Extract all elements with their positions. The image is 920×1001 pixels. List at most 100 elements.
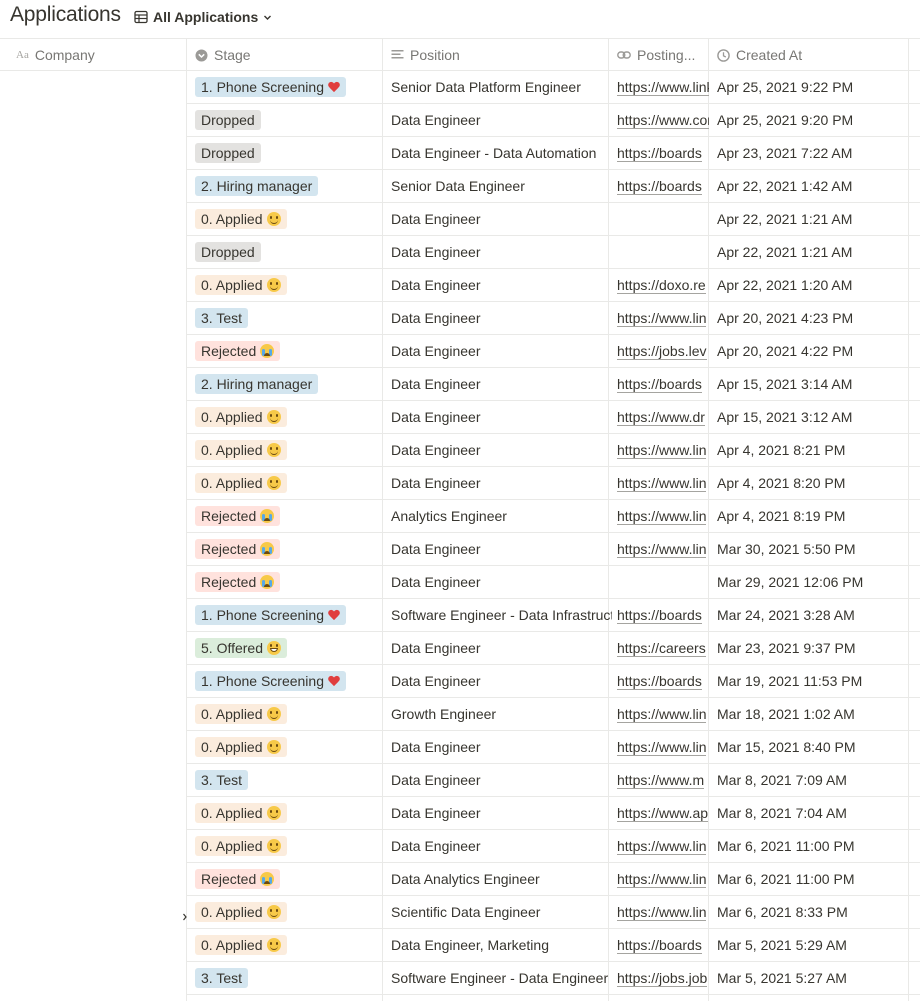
stage-cell[interactable]: 3. Test (195, 764, 381, 796)
table-row[interactable]: Dropped Data Engineer - Data Automation ht… (186, 137, 920, 170)
stage-cell[interactable]: 0. Applied (195, 698, 381, 730)
row-handle-icon[interactable] (183, 908, 187, 921)
stage-tag[interactable]: 1. Phone Screening (195, 77, 346, 97)
stage-cell[interactable]: 1. Phone Screening (195, 665, 381, 697)
posting-link[interactable]: https://www.lin (617, 541, 707, 558)
posting-cell[interactable]: https://www.dr (617, 401, 709, 433)
stage-cell[interactable]: 0. Applied (195, 467, 381, 499)
position-cell[interactable]: Scientific Data Engineer (391, 896, 612, 928)
table-row[interactable]: 0. Applied Data Engineer, Marketing https:… (186, 929, 920, 962)
stage-cell[interactable]: 1. Phone Screening (195, 599, 381, 631)
position-cell[interactable]: Data Engineer (391, 830, 612, 862)
position-cell[interactable]: Data Engineer (391, 269, 612, 301)
stage-tag[interactable]: 3. Test (195, 770, 248, 790)
stage-cell[interactable]: Rejected (195, 533, 381, 565)
table-row[interactable]: 5. Offered Data Engineer https://careers Ma… (186, 632, 920, 665)
column-header-position[interactable]: Position (391, 39, 601, 71)
stage-tag[interactable]: 1. Phone Screening (195, 605, 346, 625)
stage-cell[interactable]: Rejected (195, 335, 381, 367)
posting-cell[interactable]: https://boards (617, 665, 709, 697)
posting-cell[interactable]: https://www.ap (617, 797, 709, 829)
stage-tag[interactable]: Rejected (195, 539, 281, 559)
stage-tag[interactable]: 3. Test (195, 968, 248, 988)
column-header-company[interactable]: Aa Company (16, 39, 182, 71)
posting-cell[interactable]: https://www.lin (617, 434, 709, 466)
stage-tag[interactable]: 0. Applied (195, 407, 287, 427)
stage-tag[interactable]: Dropped (195, 143, 261, 163)
posting-link[interactable]: https://www.lin (617, 838, 707, 855)
table-row[interactable]: Rejected Data Engineer https://jobs.lev Apr… (186, 335, 920, 368)
posting-cell[interactable]: https://www.comp (617, 104, 709, 136)
table-row[interactable]: 0. Applied Data Engineer https://www.lin Ap… (186, 467, 920, 500)
stage-tag[interactable]: 0. Applied (195, 440, 287, 460)
stage-cell[interactable]: 2. Hiring manager (195, 170, 381, 202)
position-cell[interactable]: Software Engineer - Data Infrastructure (391, 599, 612, 631)
table-row[interactable]: 0. Applied Growth Engineer https://www.lin… (186, 698, 920, 731)
table-row[interactable]: Rejected Data Analytics Engineer https://w… (186, 863, 920, 896)
position-cell[interactable]: Senior Data Engineer (391, 170, 612, 202)
stage-tag[interactable]: 0. Applied (195, 209, 287, 229)
table-row[interactable]: 0. Applied Data Engineer https://doxo.re Ap… (186, 269, 920, 302)
position-cell[interactable]: Senior Data Platform Engineer (391, 71, 612, 103)
stage-tag[interactable]: 3. Test (195, 308, 248, 328)
table-row[interactable]: 0. Applied Data Engineer https://www.dr Apr… (186, 401, 920, 434)
table-row[interactable]: 2. Hiring manager Data Engineer https://bo… (186, 368, 920, 401)
stage-tag[interactable]: 2. Hiring manager (195, 374, 319, 394)
posting-cell[interactable]: https://boards (617, 170, 709, 202)
posting-link[interactable]: https://www.lin (617, 706, 707, 723)
stage-tag[interactable]: 2. Hiring manager (195, 176, 319, 196)
posting-link[interactable]: https://doxo.re (617, 277, 706, 294)
stage-tag[interactable]: Dropped (195, 242, 261, 262)
position-cell[interactable]: Data Engineer (391, 566, 612, 598)
stage-cell[interactable]: 3. Test (195, 302, 381, 334)
stage-tag[interactable]: Dropped (195, 110, 261, 130)
table-row[interactable]: 1. Phone Screening Data Engineer https://b… (186, 665, 920, 698)
posting-cell[interactable] (617, 566, 709, 598)
position-cell[interactable]: Data Engineer (391, 368, 612, 400)
table-row[interactable]: Rejected Data Engineer https://www.lin Mar … (186, 533, 920, 566)
table-row[interactable]: 0. Applied Data Engineer https://www.lin Ma… (186, 731, 920, 764)
posting-link[interactable]: https://boards (617, 145, 702, 162)
posting-cell[interactable]: https://boards (617, 137, 709, 169)
stage-cell[interactable]: 3. Test (195, 962, 381, 994)
posting-link[interactable]: https://www.lin (617, 739, 707, 756)
table-row[interactable]: 1. Phone Screening Senior Data Platform E… (186, 71, 920, 104)
table-row[interactable]: 3. Test Data Engineer https://www.m Mar 8, … (186, 764, 920, 797)
stage-cell[interactable]: 0. Applied (195, 203, 381, 235)
posting-link[interactable]: https://boards (617, 607, 702, 624)
position-cell[interactable]: Data Engineer (391, 401, 612, 433)
table-row[interactable]: Dropped Data Engineer Apr 22, 2021 1:21 AM (186, 236, 920, 269)
stage-tag[interactable]: 0. Applied (195, 473, 287, 493)
stage-cell[interactable]: 0. Applied (195, 830, 381, 862)
stage-cell[interactable]: 0. Applied (195, 929, 381, 961)
stage-cell[interactable]: 0. Applied (195, 731, 381, 763)
posting-cell[interactable]: https://www.lin (617, 302, 709, 334)
view-switcher[interactable]: All Applications (134, 7, 272, 27)
stage-cell[interactable]: 5. Offered (195, 632, 381, 664)
posting-cell[interactable]: https://www.linkedin.com (617, 71, 709, 103)
stage-cell[interactable]: 0. Applied (195, 401, 381, 433)
posting-cell[interactable]: https://doxo.re (617, 269, 709, 301)
stage-cell[interactable]: 0. Applied (195, 434, 381, 466)
table-row[interactable]: 1. Phone Screening Software Engineer - Da… (186, 599, 920, 632)
table-row[interactable]: 3. Test Software Engineer - Data Engineer… (186, 962, 920, 995)
column-header-created-at[interactable]: Created At (717, 39, 917, 71)
table-row[interactable]: 0. Applied Scientific Data Engineer https:… (186, 896, 920, 929)
stage-tag[interactable]: 1. Phone Screening (195, 671, 346, 691)
posting-cell[interactable]: https://www.lin (617, 896, 709, 928)
posting-link[interactable]: https://jobs.job (617, 970, 708, 987)
position-cell[interactable]: Data Engineer (391, 434, 612, 466)
posting-link[interactable]: https://boards (617, 673, 702, 690)
posting-cell[interactable] (617, 203, 709, 235)
stage-tag[interactable]: 0. Applied (195, 836, 287, 856)
posting-link[interactable]: https://www.lin (617, 508, 707, 525)
table-row[interactable]: Rejected Data Engineer Mar 29, 2021 12:06 … (186, 566, 920, 599)
posting-link[interactable]: https://boards (617, 937, 702, 954)
posting-link[interactable]: https://www.m (617, 772, 705, 789)
posting-link[interactable]: https://www.comp (617, 112, 709, 129)
stage-cell[interactable]: Rejected (195, 863, 381, 895)
stage-cell[interactable]: 1. Phone Screening (195, 71, 381, 103)
posting-link[interactable]: https://boards (617, 376, 702, 393)
position-cell[interactable]: Data Engineer (391, 467, 612, 499)
position-cell[interactable]: Data Analytics Engineer (391, 863, 612, 895)
